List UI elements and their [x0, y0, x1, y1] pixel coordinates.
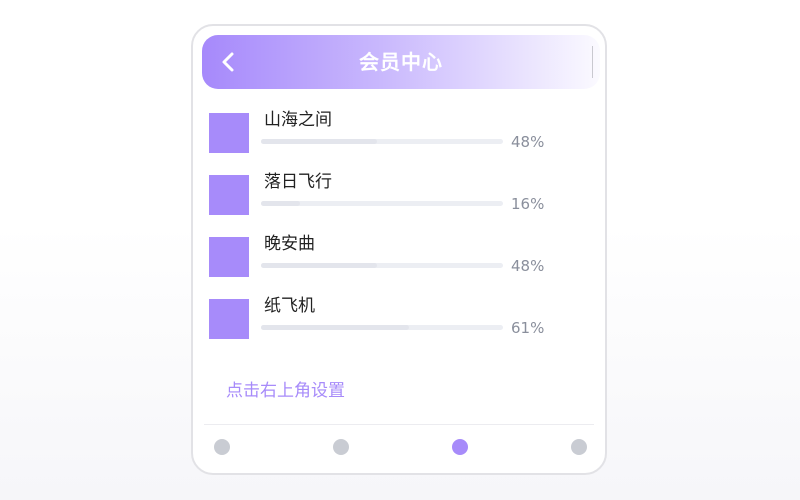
item-name: 纸飞机 — [264, 296, 315, 316]
list-item[interactable]: 纸飞机 61% — [209, 294, 589, 356]
item-name: 晚安曲 — [264, 234, 315, 254]
phone-frame: 会员中心 山海之间 48% 落日飞行 16% 晚安曲 48% 纸飞机 61% 点… — [191, 24, 607, 475]
footer-divider — [204, 424, 594, 425]
page-dot-1[interactable] — [214, 439, 230, 455]
cover-thumbnail — [209, 237, 249, 277]
cover-thumbnail — [209, 113, 249, 153]
member-list: 山海之间 48% 落日飞行 16% 晚安曲 48% 纸飞机 61% — [209, 108, 589, 356]
progress-fill — [261, 325, 409, 330]
progress-track — [261, 201, 503, 206]
item-name: 山海之间 — [264, 110, 332, 130]
page-dot-4[interactable] — [571, 439, 587, 455]
header-divider — [592, 46, 593, 78]
cover-thumbnail — [209, 175, 249, 215]
progress-fill — [261, 201, 300, 206]
page-dot-3[interactable] — [452, 439, 468, 455]
list-item[interactable]: 晚安曲 48% — [209, 232, 589, 294]
settings-hint-link[interactable]: 点击右上角设置 — [226, 376, 345, 401]
page-dot-2[interactable] — [333, 439, 349, 455]
progress-fill — [261, 263, 378, 268]
progress-percent: 48% — [511, 257, 545, 275]
progress-percent: 61% — [511, 319, 545, 337]
progress-track — [261, 139, 503, 144]
progress-percent: 48% — [511, 133, 545, 151]
progress-percent: 16% — [511, 195, 545, 213]
header-bar: 会员中心 — [202, 35, 600, 89]
progress-track — [261, 325, 503, 330]
list-item[interactable]: 山海之间 48% — [209, 108, 589, 170]
progress-fill — [261, 139, 378, 144]
list-item[interactable]: 落日飞行 16% — [209, 170, 589, 232]
page-title: 会员中心 — [359, 50, 443, 74]
item-name: 落日飞行 — [264, 172, 332, 192]
progress-track — [261, 263, 503, 268]
cover-thumbnail — [209, 299, 249, 339]
